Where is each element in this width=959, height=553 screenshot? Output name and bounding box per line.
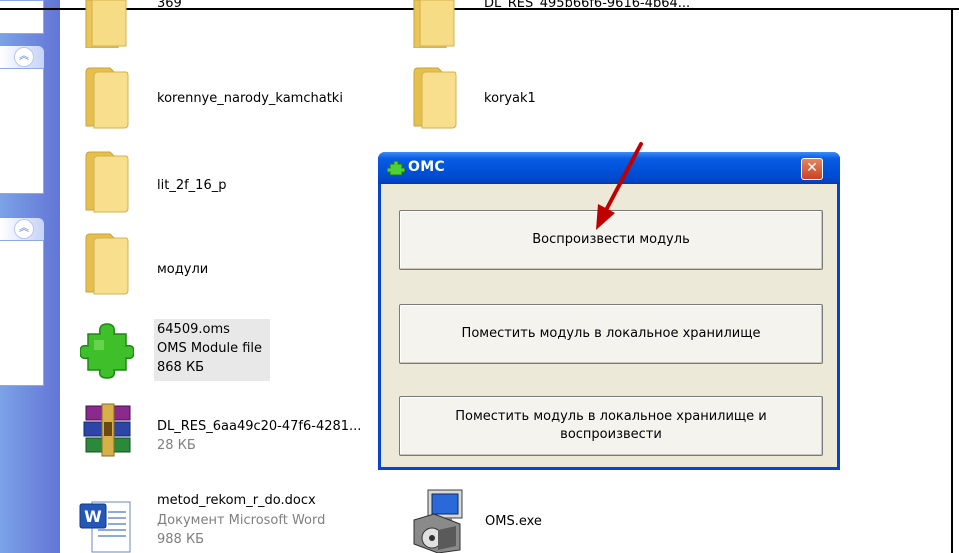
file-name: lit_2f_16_p xyxy=(157,178,227,193)
store-module-button[interactable]: Поместить модуль в локальное хранилище xyxy=(399,304,823,364)
file-type: Документ Microsoft Word xyxy=(157,513,326,528)
task-panel-header[interactable]: ︽ xyxy=(0,46,44,68)
close-icon: ✕ xyxy=(806,160,818,176)
folder-icon xyxy=(413,67,457,129)
folder-icon xyxy=(85,0,127,48)
file-name: модули xyxy=(157,262,209,277)
task-pane: ︽ ︽ xyxy=(0,0,60,553)
file-name: 369 xyxy=(157,0,182,11)
file-type: OMS Module file xyxy=(157,341,263,356)
puzzle-app-icon xyxy=(387,160,405,176)
frame-border xyxy=(951,8,953,553)
winrar-archive-icon xyxy=(83,403,131,457)
file-name: DL_RES_6aa49c20-47f6-4281... xyxy=(157,419,362,434)
task-panel xyxy=(0,240,44,386)
task-panel-header[interactable]: ︽ xyxy=(0,218,44,240)
collapse-icon[interactable]: ︽ xyxy=(14,219,34,239)
puzzle-icon xyxy=(80,323,134,379)
svg-text:W: W xyxy=(84,507,102,526)
file-size: 28 КБ xyxy=(157,438,196,453)
dialog-titlebar[interactable]: OMC ✕ xyxy=(378,152,840,184)
file-name: korennye_narody_kamchatki xyxy=(157,91,343,106)
collapse-icon[interactable]: ︽ xyxy=(14,47,34,67)
folder-icon xyxy=(85,151,129,213)
installer-exe-icon xyxy=(413,489,463,553)
button-label: Воспроизвести модуль xyxy=(532,232,690,247)
store-and-play-button[interactable]: Поместить модуль в локальное хранилище и… xyxy=(399,396,823,456)
file-name: metod_rekom_r_do.docx xyxy=(157,493,316,508)
omc-dialog: OMC ✕ Воспроизвести модуль Поместить мод… xyxy=(378,152,840,470)
word-document-icon: W xyxy=(79,501,131,553)
file-name: koryak1 xyxy=(484,91,536,106)
task-panel xyxy=(0,68,44,194)
file-size: 868 КБ xyxy=(157,360,205,375)
file-size: 988 КБ xyxy=(157,532,205,547)
task-panel xyxy=(0,0,44,34)
file-name: DL_RES_495b66f6-9616-4b64... xyxy=(484,0,691,11)
close-button[interactable]: ✕ xyxy=(801,158,823,180)
dialog-title: OMC xyxy=(408,159,446,175)
folder-icon xyxy=(413,0,455,48)
frame-border xyxy=(0,8,959,10)
file-name: OMS.exe xyxy=(485,514,542,529)
play-module-button[interactable]: Воспроизвести модуль xyxy=(399,210,823,270)
folder-icon xyxy=(85,67,129,129)
folder-icon xyxy=(85,233,129,295)
button-label: Поместить модуль в локальное хранилище xyxy=(461,326,761,341)
file-name: 64509.oms xyxy=(157,322,230,337)
button-label: Поместить модуль в локальное хранилище и… xyxy=(455,409,767,442)
